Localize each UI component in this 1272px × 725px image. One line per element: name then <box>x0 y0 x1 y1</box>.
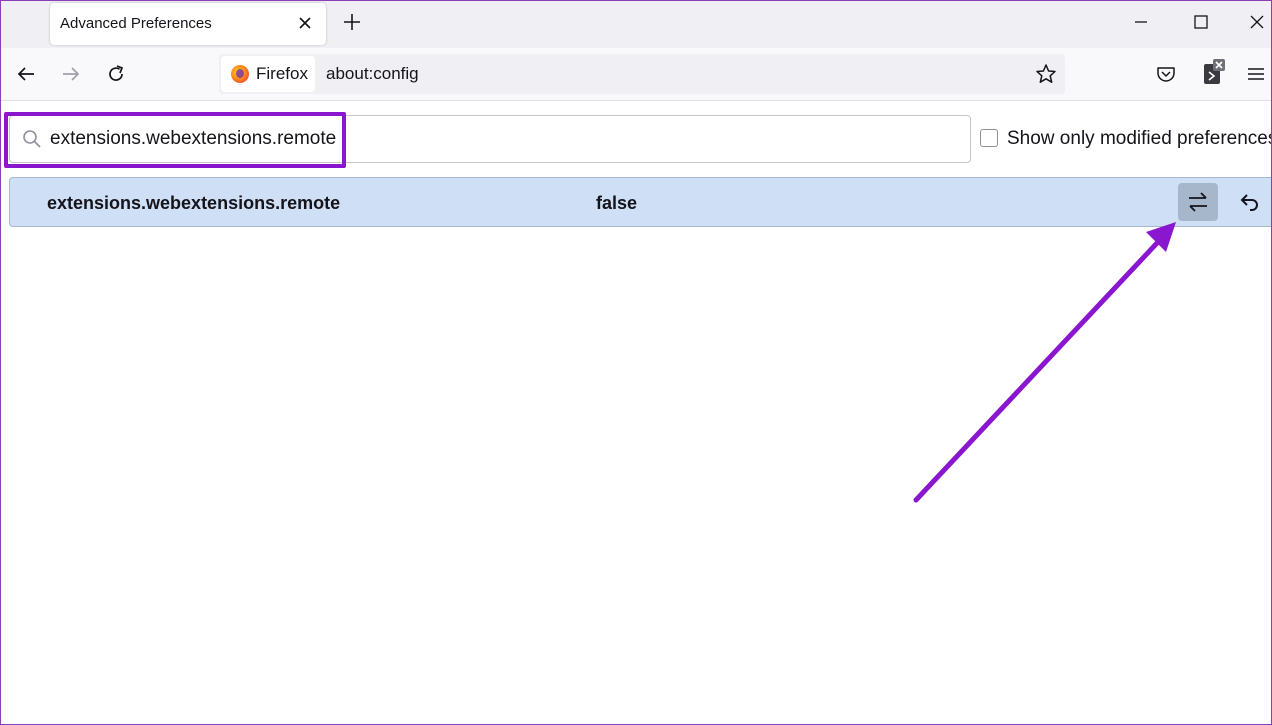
toggle-button[interactable] <box>1178 183 1218 221</box>
url-text[interactable]: about:config <box>326 64 419 84</box>
extension-icon[interactable] <box>1200 58 1228 86</box>
preference-name: extensions.webextensions.remote <box>47 193 341 213</box>
back-arrow-icon[interactable] <box>16 64 36 84</box>
tab-strip: Advanced Preferences <box>1 1 1271 48</box>
hamburger-menu-icon[interactable] <box>1245 63 1267 85</box>
star-icon[interactable] <box>1035 63 1057 85</box>
search-input[interactable] <box>50 116 350 162</box>
minimize-icon[interactable] <box>1132 13 1150 31</box>
forward-arrow-icon[interactable] <box>61 64 81 84</box>
firefox-logo-icon <box>231 65 249 83</box>
pocket-icon[interactable] <box>1155 63 1177 85</box>
preference-value: false <box>596 193 638 213</box>
maximize-icon[interactable] <box>1192 13 1210 31</box>
plus-icon[interactable] <box>342 12 362 32</box>
show-modified-label: Show only modified preferences <box>1007 128 1272 149</box>
reload-icon[interactable] <box>106 64 126 84</box>
preference-search-box[interactable] <box>9 115 971 163</box>
show-modified-checkbox[interactable] <box>980 129 998 147</box>
annotation-arrow <box>913 222 1176 503</box>
url-bar[interactable]: Firefox about:config <box>219 54 1065 94</box>
search-icon <box>23 130 41 148</box>
site-identity-button[interactable]: Firefox <box>221 56 315 92</box>
undo-icon[interactable] <box>1237 191 1261 215</box>
identity-label: Firefox <box>256 64 308 83</box>
window-close-icon[interactable] <box>1248 13 1266 31</box>
preference-row[interactable]: extensions.webextensions.remote false <box>9 177 1272 227</box>
tab-title: Advanced Preferences <box>60 15 212 32</box>
toggle-icon <box>1189 192 1207 212</box>
tab-advanced-preferences[interactable]: Advanced Preferences <box>50 3 326 45</box>
window-border <box>0 0 1272 725</box>
navigation-toolbar: Firefox about:config <box>1 48 1271 101</box>
close-icon[interactable] <box>296 14 314 32</box>
